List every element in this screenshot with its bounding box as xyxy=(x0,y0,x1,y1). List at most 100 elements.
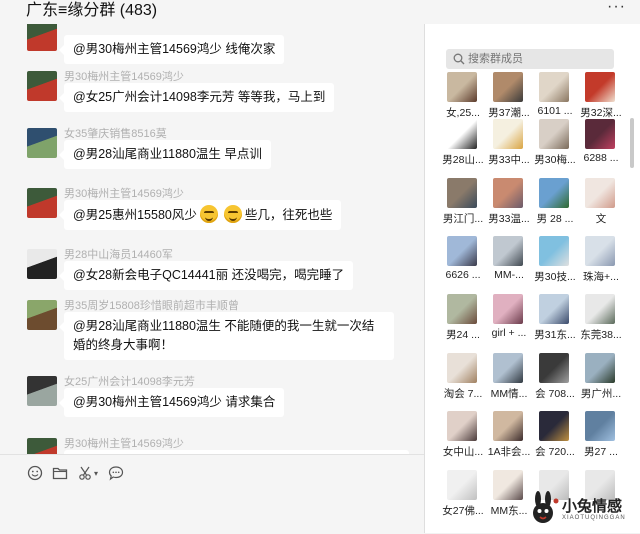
member-avatar xyxy=(585,72,615,102)
member-item[interactable]: 1A非会... xyxy=(486,411,532,469)
member-avatar xyxy=(585,119,615,149)
member-name: girl + ... xyxy=(491,327,527,339)
member-name: 男33中... xyxy=(488,154,530,166)
sender-name: 女35肇庆销售8516莫 xyxy=(64,128,167,140)
member-item[interactable]: 男33中... xyxy=(486,119,532,177)
member-list-scrollbar[interactable] xyxy=(630,118,634,168)
sender-avatar[interactable] xyxy=(27,300,57,330)
member-avatar xyxy=(539,72,569,102)
member-avatar xyxy=(447,353,477,383)
member-name: 男江门... xyxy=(442,213,484,225)
member-item[interactable]: 男31东... xyxy=(532,294,578,352)
member-panel: 女,25... 男37潮... 6101 ... 男32深... 男28山... 男33中… xyxy=(425,24,640,533)
member-item[interactable]: 男28山... xyxy=(440,119,486,177)
member-name: MM-... xyxy=(494,269,524,281)
member-item[interactable]: 男 28 ... xyxy=(532,178,578,236)
member-avatar xyxy=(447,470,477,500)
member-item[interactable]: girl + ... xyxy=(486,294,532,352)
message-text: @男25惠州15580风少 xyxy=(73,208,197,222)
sender-avatar[interactable] xyxy=(27,249,57,279)
member-item[interactable]: MM-... xyxy=(486,236,532,294)
folder-icon[interactable] xyxy=(51,465,69,483)
member-avatar xyxy=(585,294,615,324)
member-item[interactable]: 男27 ... xyxy=(578,411,624,469)
sender-avatar[interactable] xyxy=(27,188,57,218)
member-search-input[interactable] xyxy=(468,49,608,69)
member-item[interactable]: 男30梅... xyxy=(532,119,578,177)
member-item[interactable]: 珠海+... xyxy=(578,236,624,294)
member-avatar xyxy=(493,353,523,383)
member-avatar xyxy=(585,236,615,266)
member-avatar xyxy=(447,72,477,102)
member-item[interactable]: 男江门... xyxy=(440,178,486,236)
sender-avatar[interactable] xyxy=(27,128,57,158)
member-avatar xyxy=(447,411,477,441)
member-avatar xyxy=(539,178,569,208)
member-item[interactable]: 6626 ... xyxy=(440,236,486,294)
sender-avatar[interactable] xyxy=(27,24,57,51)
grin-emoji-icon xyxy=(199,205,218,223)
member-avatar xyxy=(539,119,569,149)
scissors-dropdown-caret[interactable]: ▾ xyxy=(92,465,100,483)
sender-name: 男30梅州主管14569鸿少 xyxy=(64,71,184,83)
member-item[interactable]: 女27佛... xyxy=(440,470,486,528)
message-bubble[interactable]: @男25惠州15580风少 些几，往死也些 xyxy=(58,200,342,230)
message-bubble[interactable]: @男30梅州主管14569鸿少 线俺次家 xyxy=(58,35,285,64)
member-avatar xyxy=(493,411,523,441)
member-item[interactable]: MM情... xyxy=(486,353,532,411)
sender-name: 男28中山海员14460军 xyxy=(64,249,173,261)
member-item[interactable]: 会 708... xyxy=(532,353,578,411)
message-bubble[interactable]: @男28汕尾商业11880温生 不能随便的我一生就一次结婚的终身大事啊！ xyxy=(59,312,394,360)
member-name: 1A非会... xyxy=(487,446,531,458)
member-name: 女,25... xyxy=(446,107,480,119)
member-item[interactable]: 男广州... xyxy=(578,353,624,411)
member-name: 男24 ... xyxy=(446,329,480,341)
member-name: 6626 ... xyxy=(445,269,481,281)
member-item[interactable]: 男33温... xyxy=(486,178,532,236)
message-bubble[interactable]: @男30梅州主管14569鸿少 请求集合 xyxy=(58,388,285,417)
sender-name: 男30梅州主管14569鸿少 xyxy=(64,188,184,200)
sender-avatar[interactable] xyxy=(27,376,57,406)
message-input-area[interactable]: ▾ xyxy=(0,454,424,534)
member-avatar xyxy=(493,72,523,102)
member-name: MM情... xyxy=(490,388,528,400)
member-name: 会 720... xyxy=(535,446,575,458)
member-item[interactable]: MM东... xyxy=(486,470,532,528)
member-name: 男32深... xyxy=(580,107,622,119)
member-name: 6101 ... xyxy=(537,105,573,117)
member-item[interactable]: 淘会 7... xyxy=(440,353,486,411)
smile-icon[interactable] xyxy=(26,465,44,483)
member-avatar xyxy=(493,294,523,324)
watermark-logo: 小兔情感 XIAOTUQINGGAN xyxy=(528,491,638,531)
sender-avatar[interactable] xyxy=(27,438,57,454)
more-icon[interactable]: ··· xyxy=(607,0,626,16)
group-title: 广东≡缘分群 (483) xyxy=(26,2,158,19)
member-name: 男28山... xyxy=(442,154,484,166)
member-item[interactable]: 男30技... xyxy=(532,236,578,294)
member-avatar xyxy=(539,353,569,383)
member-name: 男37潮... xyxy=(488,107,530,119)
member-avatar xyxy=(447,119,477,149)
member-search-box[interactable] xyxy=(446,49,614,69)
member-name: 男33温... xyxy=(488,213,530,225)
member-item[interactable]: 会 720... xyxy=(532,411,578,469)
member-name: MM东... xyxy=(490,505,528,517)
sender-avatar[interactable] xyxy=(27,71,57,101)
chat-message-area[interactable]: @男30梅州主管14569鸿少 线俺次家 男30梅州主管14569鸿少 @女25广州… xyxy=(0,24,424,454)
message-bubble[interactable]: @女25广州会计14098李元芳 等等我，马上到 xyxy=(58,83,335,112)
message-bubble[interactable]: @男28汕尾商业11880温生 早点训 xyxy=(59,140,271,169)
member-item[interactable]: 文 xyxy=(578,178,624,236)
member-avatar xyxy=(493,178,523,208)
member-item[interactable]: 女中山... xyxy=(440,411,486,469)
member-item[interactable]: 男24 ... xyxy=(440,294,486,352)
message-bubble[interactable]: @女28新会电子QC14441丽 还没喝完，喝完睡了 xyxy=(58,261,354,290)
member-name: 珠海+... xyxy=(583,271,619,283)
member-item[interactable]: 6288 ... xyxy=(578,119,624,177)
member-avatar xyxy=(493,236,523,266)
member-avatar xyxy=(585,353,615,383)
member-item[interactable]: 东莞38... xyxy=(578,294,624,352)
title-bar: 广东≡缘分群 (483) ··· xyxy=(0,0,640,24)
sender-name: 女25广州会计14098李元芳 xyxy=(64,376,195,388)
chat-bubble-icon[interactable] xyxy=(107,465,125,483)
grin-emoji-icon xyxy=(223,205,242,223)
